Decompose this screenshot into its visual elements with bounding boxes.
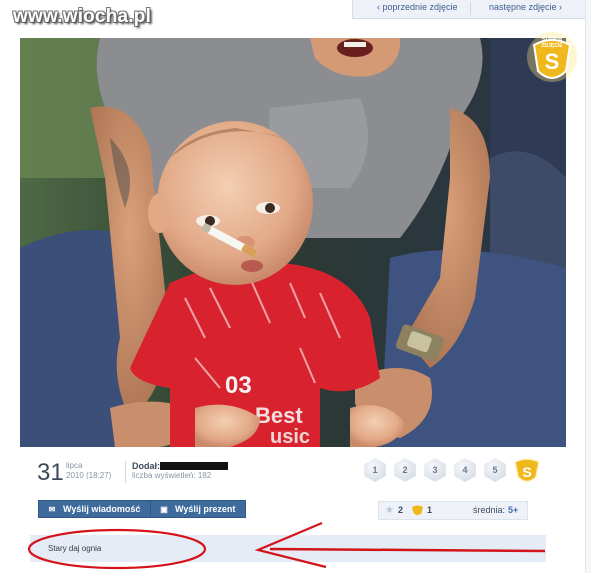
- annotation-arrow-head: [254, 521, 327, 569]
- annotation-arrow-shaft: [269, 547, 546, 553]
- annotation-circle: [27, 528, 207, 570]
- red-annotation-overlay: [27, 521, 546, 570]
